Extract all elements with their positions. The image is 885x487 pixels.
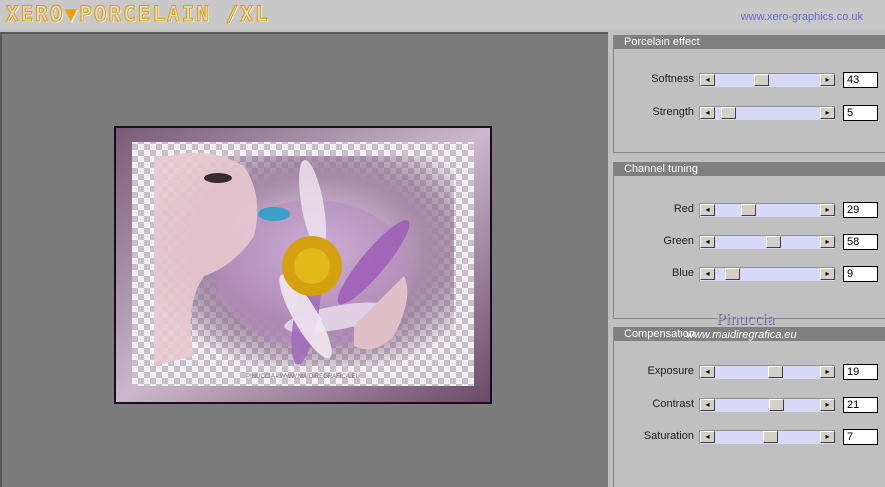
preview-image: PINUCCIA - WWW.MAIDIREGRAFICA.EU [114, 126, 492, 404]
slider-right-arrow-icon[interactable]: ▸ [820, 74, 835, 86]
softness-value-field[interactable]: 43 [843, 72, 878, 88]
green-label: Green [663, 235, 694, 247]
row-softness: Softness ◂ ▸ 43 [614, 72, 885, 88]
row-green: Green ◂ ▸ 58 [614, 234, 885, 250]
green-slider[interactable]: ◂ ▸ [699, 235, 835, 249]
softness-label: Softness [651, 73, 694, 85]
group-title: Channel tuning [614, 162, 885, 176]
blue-value-field[interactable]: 9 [843, 266, 878, 282]
slider-left-arrow-icon[interactable]: ◂ [700, 204, 715, 216]
slider-thumb[interactable] [769, 399, 784, 411]
app-logo: XERO▼PORCELAIN /XL [6, 2, 270, 27]
lips [258, 207, 290, 221]
row-saturation: Saturation ◂ ▸ 7 [614, 429, 885, 445]
slider-right-arrow-icon[interactable]: ▸ [820, 268, 835, 280]
logo-separator: ▼ [64, 2, 80, 26]
exposure-label: Exposure [647, 365, 694, 377]
exposure-slider[interactable]: ◂ ▸ [699, 365, 835, 379]
slider-left-arrow-icon[interactable]: ◂ [700, 268, 715, 280]
slider-left-arrow-icon[interactable]: ◂ [700, 74, 715, 86]
slider-left-arrow-icon[interactable]: ◂ [700, 107, 715, 119]
strength-slider[interactable]: ◂ ▸ [699, 106, 835, 120]
watermark-url: www.maidiregrafica.eu [686, 329, 797, 341]
slider-right-arrow-icon[interactable]: ▸ [820, 236, 835, 248]
slider-right-arrow-icon[interactable]: ▸ [820, 107, 835, 119]
slider-thumb[interactable] [768, 366, 783, 378]
red-value-field[interactable]: 29 [843, 202, 878, 218]
slider-left-arrow-icon[interactable]: ◂ [700, 236, 715, 248]
row-exposure: Exposure ◂ ▸ 19 [614, 364, 885, 380]
saturation-label: Saturation [643, 430, 694, 442]
slider-thumb[interactable] [721, 107, 736, 119]
slider-thumb[interactable] [766, 236, 781, 248]
blue-slider[interactable]: ◂ ▸ [699, 267, 835, 281]
exposure-value-field[interactable]: 19 [843, 364, 878, 380]
blue-label: Blue [671, 267, 694, 279]
contrast-value-field[interactable]: 21 [843, 397, 878, 413]
website-link[interactable]: www.xero-graphics.co.uk [741, 11, 863, 23]
preview-caption: PINUCCIA - WWW.MAIDIREGRAFICA.EU [246, 374, 360, 380]
slider-right-arrow-icon[interactable]: ▸ [820, 366, 835, 378]
watermark-name: Pinuccia [716, 309, 775, 328]
strength-label: Strength [652, 106, 694, 118]
logo-text-porcelain: PORCELAIN /XL [79, 2, 270, 27]
contrast-label: Contrast [652, 398, 694, 410]
group-title: Porcelain effect [614, 35, 885, 49]
saturation-value-field[interactable]: 7 [843, 429, 878, 445]
logo-text-xero: XERO [6, 2, 65, 27]
slider-thumb[interactable] [763, 431, 778, 443]
row-strength: Strength ◂ ▸ 5 [614, 105, 885, 121]
saturation-slider[interactable]: ◂ ▸ [699, 430, 835, 444]
slider-left-arrow-icon[interactable]: ◂ [700, 431, 715, 443]
red-label: Red [673, 203, 694, 215]
slider-left-arrow-icon[interactable]: ◂ [700, 399, 715, 411]
slider-right-arrow-icon[interactable]: ▸ [820, 431, 835, 443]
slider-thumb[interactable] [754, 74, 769, 86]
row-red: Red ◂ ▸ 29 [614, 202, 885, 218]
softness-slider[interactable]: ◂ ▸ [699, 73, 835, 87]
green-value-field[interactable]: 58 [843, 234, 878, 250]
slider-right-arrow-icon[interactable]: ▸ [820, 399, 835, 411]
slider-thumb[interactable] [725, 268, 740, 280]
strength-value-field[interactable]: 5 [843, 105, 878, 121]
row-blue: Blue ◂ ▸ 9 [614, 266, 885, 282]
group-compensation: Compensation Exposure ◂ ▸ 19 Contrast ◂ … [613, 327, 885, 487]
slider-thumb[interactable] [741, 204, 756, 216]
group-channel-tuning: Channel tuning Red ◂ ▸ 29 Green ◂ ▸ 58 B… [613, 162, 885, 319]
row-contrast: Contrast ◂ ▸ 21 [614, 397, 885, 413]
group-porcelain-effect: Porcelain effect Softness ◂ ▸ 43 Strengt… [613, 35, 885, 153]
slider-left-arrow-icon[interactable]: ◂ [700, 366, 715, 378]
contrast-slider[interactable]: ◂ ▸ [699, 398, 835, 412]
title-bar: XERO▼PORCELAIN /XL www.xero-graphics.co.… [0, 0, 885, 30]
slider-right-arrow-icon[interactable]: ▸ [820, 204, 835, 216]
red-slider[interactable]: ◂ ▸ [699, 203, 835, 217]
